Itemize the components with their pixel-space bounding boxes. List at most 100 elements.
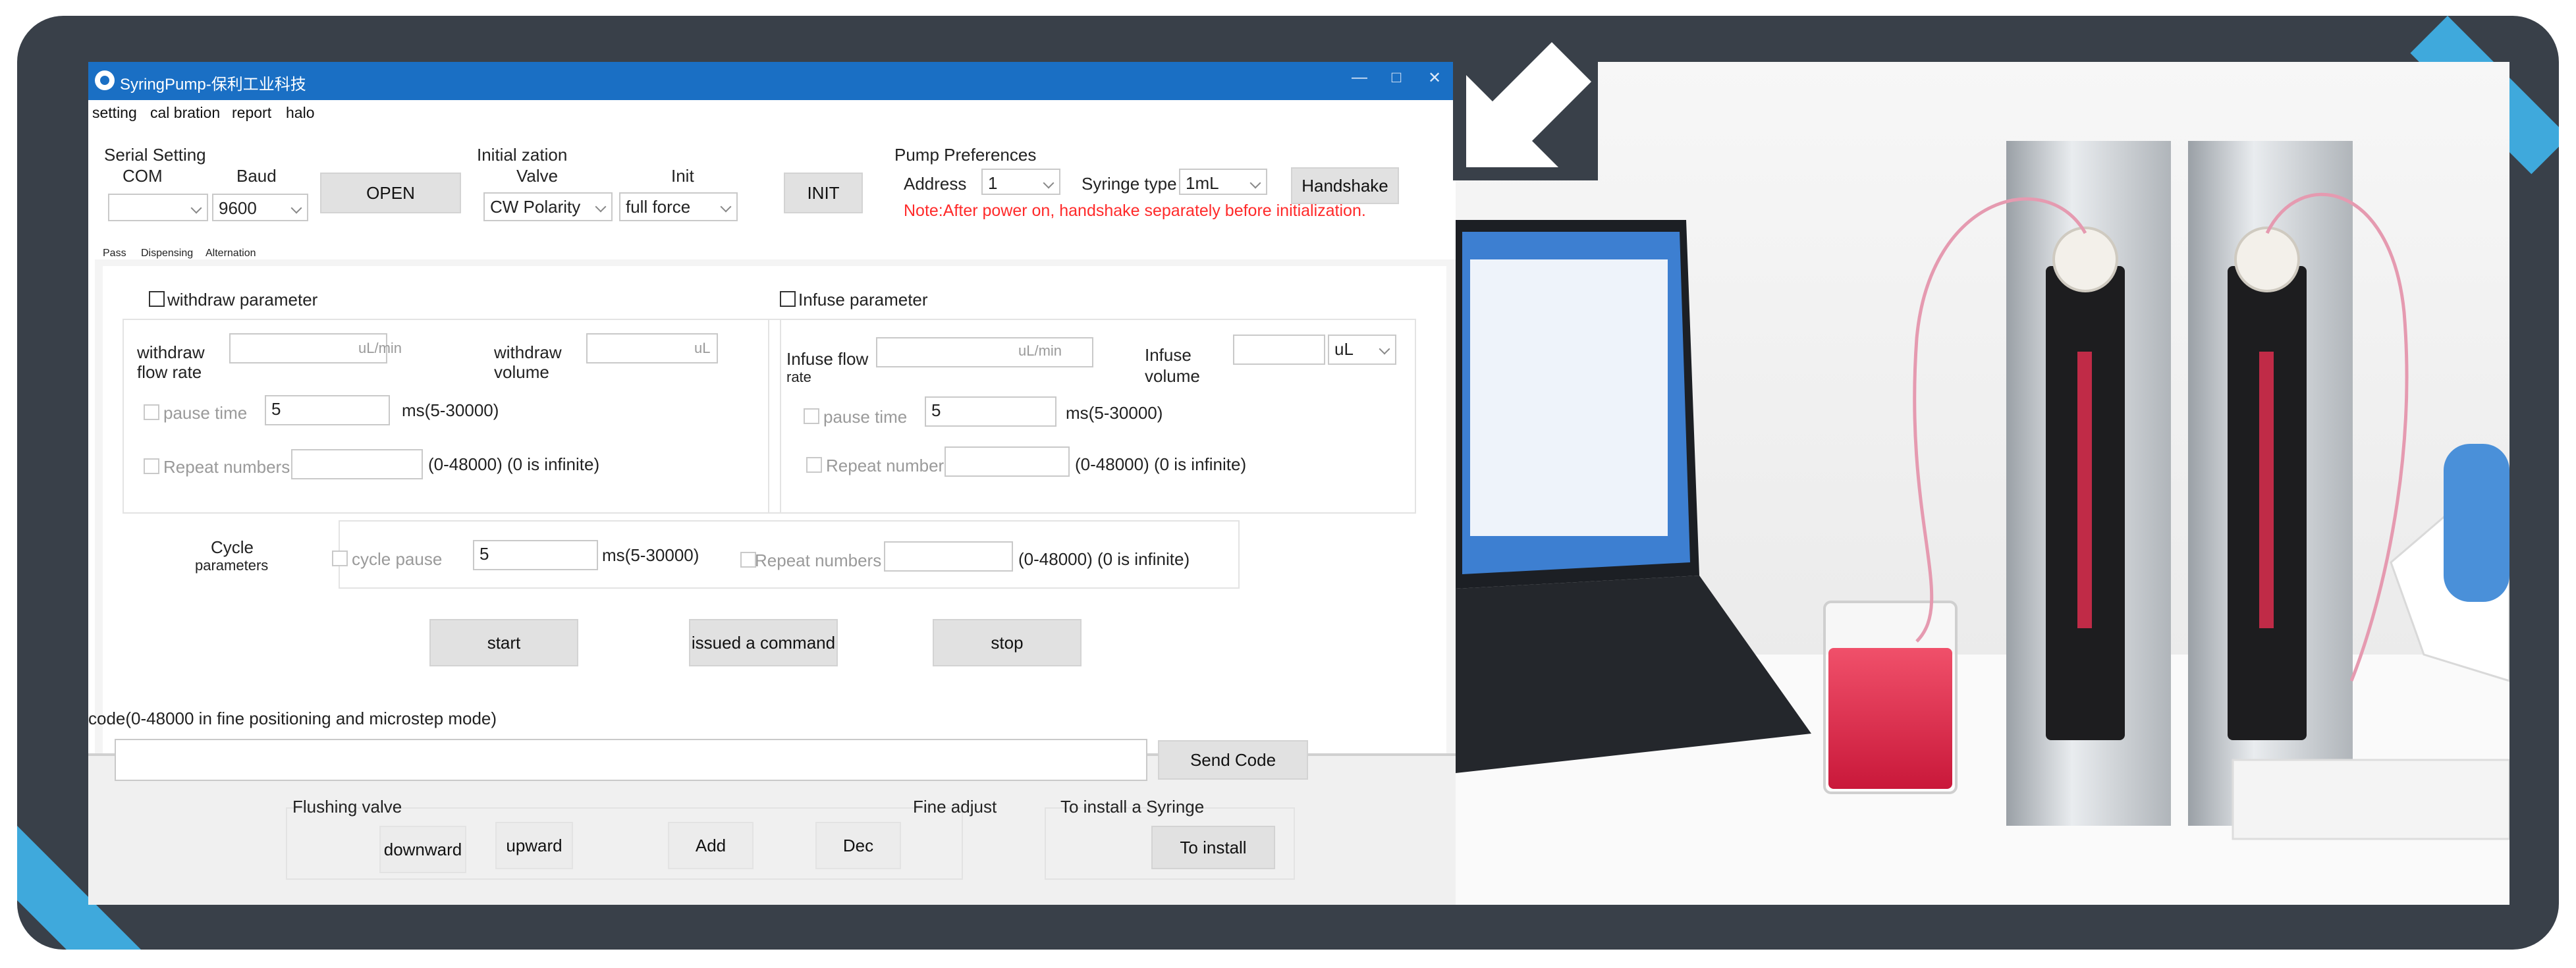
- infuse-repeat-label: Repeat numbers: [826, 456, 953, 475]
- maximize-button[interactable]: □: [1383, 68, 1410, 87]
- arrow-down-left-icon: [1453, 36, 1598, 180]
- withdraw-pause-label: pause time: [163, 403, 248, 423]
- infuse-volume-label-2: volume: [1145, 366, 1200, 386]
- serial-setting-legend: Serial Setting: [104, 145, 206, 165]
- withdraw-repeat-checkbox[interactable]: [144, 458, 159, 474]
- product-photo: [1456, 62, 2509, 905]
- valve-select[interactable]: CW Polarity: [483, 192, 613, 221]
- withdraw-flow-rate-label-2: flow rate: [137, 362, 202, 382]
- add-button[interactable]: Add: [668, 822, 754, 869]
- com-select[interactable]: [108, 194, 208, 221]
- address-select[interactable]: 1: [981, 169, 1060, 195]
- tab-dispensing[interactable]: Dispensing: [141, 248, 193, 259]
- left-valve: [2052, 227, 2118, 292]
- left-syringe: [2077, 352, 2092, 628]
- cycle-label-1: Cycle: [211, 537, 254, 557]
- infuse-volume-input[interactable]: [1233, 335, 1325, 365]
- gloved-hand: [2444, 444, 2509, 602]
- infuse-pause-checkbox[interactable]: [804, 408, 819, 424]
- cycle-repeat-input[interactable]: [884, 541, 1013, 572]
- menu-calibration[interactable]: cal bration: [150, 104, 220, 122]
- issue-command-button[interactable]: issued a command: [689, 619, 838, 666]
- syringe-type-label: Syringe type: [1082, 174, 1177, 194]
- withdraw-pause-checkbox[interactable]: [144, 404, 159, 420]
- address-label: Address: [904, 174, 967, 194]
- infuse-volume-unit-select[interactable]: uL: [1328, 335, 1396, 365]
- syringe-type-select[interactable]: 1mL: [1179, 169, 1267, 195]
- valve-label: Valve: [516, 166, 559, 186]
- withdraw-pause-range: ms(5-30000): [402, 400, 499, 420]
- cycle-repeat-label: Repeat numbers: [755, 551, 882, 570]
- init-select-value: full force: [626, 197, 691, 217]
- withdraw-pause-input[interactable]: 5: [265, 395, 390, 425]
- window-title: SyringPump-保利工业科技: [120, 76, 306, 94]
- right-syringe: [2259, 352, 2274, 628]
- infuse-repeat-checkbox[interactable]: [806, 457, 822, 473]
- cycle-pause-label: cycle pause: [352, 549, 443, 569]
- flushing-valve-label: Flushing valve: [292, 797, 402, 817]
- cycle-pause-checkbox[interactable]: [332, 551, 348, 566]
- pump-preferences-legend: Pump Preferences: [894, 145, 1037, 165]
- app-icon: [95, 70, 115, 90]
- lab-scene-illustration: [1456, 62, 2509, 905]
- stop-button[interactable]: stop: [933, 619, 1082, 666]
- upward-button[interactable]: upward: [495, 822, 573, 869]
- handshake-note: Note:After power on, handshake separatel…: [904, 202, 1366, 220]
- baud-label: Baud: [236, 166, 277, 186]
- menu-bar: setting cal bration report halo: [88, 100, 1456, 126]
- withdraw-repeat-label: Repeat numbers: [163, 457, 290, 477]
- open-port-button[interactable]: OPEN: [320, 173, 461, 213]
- baud-select-value: 9600: [219, 198, 257, 218]
- infuse-flow-rate-unit: uL/min: [1018, 342, 1062, 359]
- init-label: Init: [671, 166, 694, 186]
- menu-report[interactable]: report: [232, 104, 271, 122]
- to-install-button[interactable]: To install: [1151, 826, 1275, 869]
- minimize-button[interactable]: —: [1346, 68, 1373, 87]
- cycle-repeat-checkbox[interactable]: [740, 552, 756, 568]
- withdraw-flow-rate-label-1: withdraw: [137, 342, 205, 362]
- infuse-pause-range: ms(5-30000): [1066, 403, 1163, 423]
- chevron-down-icon: [1043, 177, 1055, 189]
- send-code-button[interactable]: Send Code: [1158, 740, 1308, 780]
- infuse-volume-label-1: Infuse: [1145, 345, 1192, 365]
- address-select-value: 1: [988, 173, 998, 193]
- chevron-down-icon: [720, 201, 732, 213]
- code-label: code(0-48000 in fine positioning and mic…: [88, 709, 497, 728]
- code-input[interactable]: [115, 739, 1147, 781]
- dec-button[interactable]: Dec: [815, 822, 901, 869]
- infuse-parameter-checkbox[interactable]: [780, 291, 796, 307]
- init-select[interactable]: full force: [619, 192, 738, 221]
- init-button[interactable]: INIT: [784, 173, 863, 213]
- cycle-label-2: parameters: [195, 557, 269, 574]
- withdraw-volume-label-2: volume: [494, 362, 549, 382]
- infuse-pause-label: pause time: [823, 407, 908, 427]
- handshake-button[interactable]: Handshake: [1291, 167, 1399, 204]
- chevron-down-icon: [595, 201, 607, 213]
- infuse-parameter-label: Infuse parameter: [798, 290, 928, 309]
- withdraw-repeat-range: (0-48000) (0 is infinite): [428, 454, 600, 474]
- title-bar: SyringPump-保利工业科技 — □ ✕: [88, 62, 1456, 100]
- cycle-pause-input[interactable]: 5: [473, 540, 598, 570]
- initialization-legend: Initial zation: [477, 145, 568, 165]
- chevron-down-icon: [1249, 177, 1261, 189]
- menu-setting[interactable]: setting: [92, 104, 137, 122]
- infuse-repeat-input[interactable]: [945, 446, 1070, 477]
- downward-button[interactable]: downward: [379, 826, 466, 873]
- withdraw-parameter-label: withdraw parameter: [167, 290, 318, 309]
- start-button[interactable]: start: [429, 619, 578, 666]
- cycle-repeat-range: (0-48000) (0 is infinite): [1018, 549, 1190, 569]
- close-button[interactable]: ✕: [1421, 68, 1448, 88]
- withdraw-volume-unit: uL: [694, 340, 711, 356]
- tab-alternation[interactable]: Alternation: [206, 248, 256, 259]
- chevron-down-icon: [1379, 343, 1390, 355]
- withdraw-parameter-checkbox[interactable]: [149, 291, 165, 307]
- tab-pass[interactable]: Pass: [103, 248, 126, 259]
- withdraw-repeat-input[interactable]: [291, 449, 423, 479]
- chevron-down-icon: [190, 202, 202, 214]
- infuse-volume-unit: uL: [1334, 339, 1354, 359]
- well-plate: [2232, 759, 2509, 840]
- baud-select[interactable]: 9600: [212, 194, 308, 221]
- infuse-pause-input[interactable]: 5: [925, 396, 1056, 427]
- menu-help[interactable]: halo: [286, 104, 314, 122]
- infuse-flow-rate-label-1: Infuse flow: [786, 349, 869, 369]
